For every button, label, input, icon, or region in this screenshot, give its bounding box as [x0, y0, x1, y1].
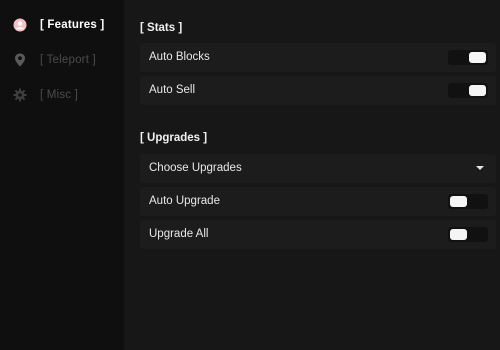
tab-misc[interactable]: [ Misc ]	[0, 80, 124, 110]
upgrade-all-label: Upgrade All	[149, 228, 209, 240]
map-pin-icon	[13, 53, 27, 67]
features-panel: [ Stats ] Auto Blocks Auto Sell [ Upgrad…	[124, 0, 500, 350]
auto-sell-toggle[interactable]	[448, 83, 488, 98]
gear-icon	[13, 88, 27, 102]
upgrade-all-toggle[interactable]	[448, 227, 488, 242]
auto-blocks-toggle-knob	[469, 52, 486, 63]
tab-features[interactable]: [ Features ]	[0, 10, 124, 40]
auto-upgrade-toggle-knob	[450, 196, 467, 207]
chevron-down-icon	[476, 166, 484, 170]
user-icon	[13, 18, 27, 32]
choose-upgrades-label: Choose Upgrades	[149, 162, 242, 174]
tab-misc-label: [ Misc ]	[40, 89, 79, 101]
tab-teleport[interactable]: [ Teleport ]	[0, 45, 124, 75]
upgrades-section-title: [ Upgrades ]	[140, 132, 208, 144]
stats-section-title: [ Stats ]	[140, 22, 183, 34]
tab-teleport-label: [ Teleport ]	[40, 54, 96, 66]
auto-sell-toggle-knob	[469, 85, 486, 96]
auto-sell-row[interactable]: Auto Sell	[140, 76, 496, 105]
choose-upgrades-dropdown[interactable]: Choose Upgrades	[140, 154, 496, 183]
auto-upgrade-label: Auto Upgrade	[149, 195, 220, 207]
tab-features-label: [ Features ]	[40, 19, 105, 31]
auto-upgrade-toggle[interactable]	[448, 194, 488, 209]
auto-blocks-toggle[interactable]	[448, 50, 488, 65]
auto-blocks-row[interactable]: Auto Blocks	[140, 43, 496, 72]
auto-blocks-label: Auto Blocks	[149, 51, 210, 63]
auto-sell-label: Auto Sell	[149, 84, 196, 96]
auto-upgrade-row[interactable]: Auto Upgrade	[140, 187, 496, 216]
sidebar: [ Features ] [ Teleport ] [Misc]	[0, 0, 124, 350]
upgrade-all-row[interactable]: Upgrade All	[140, 220, 496, 249]
script-hub-window: [ Features ] [ Teleport ] [Misc] [Sta…	[0, 0, 500, 350]
upgrade-all-toggle-knob	[450, 229, 467, 240]
